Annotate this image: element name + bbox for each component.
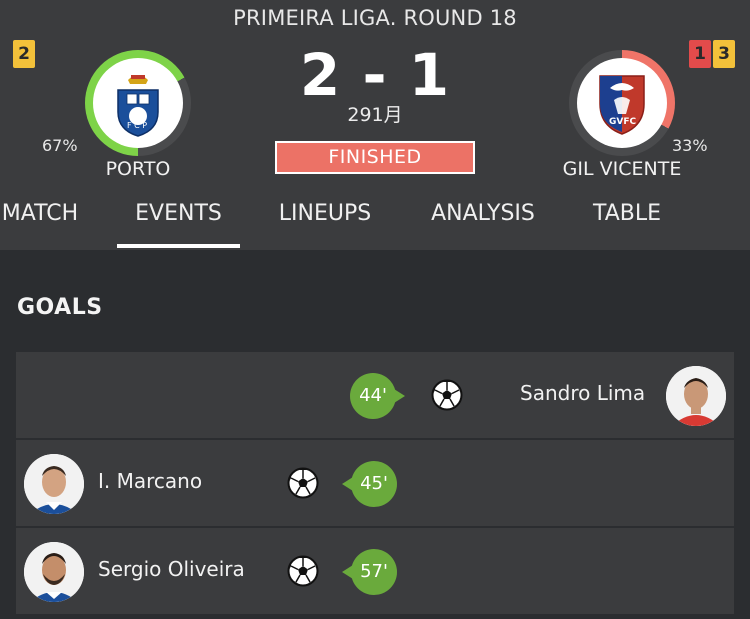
goal-row[interactable]: Sergio Oliveira 57'	[16, 528, 734, 614]
player-avatar[interactable]	[24, 454, 84, 514]
goal-row[interactable]: 44' Sandro Lima	[16, 352, 734, 438]
goal-row[interactable]: I. Marcano 45'	[16, 440, 734, 526]
goals-section-title: GOALS	[17, 295, 103, 320]
goal-scorer-name[interactable]: Sergio Oliveira	[98, 557, 245, 581]
soccer-ball-icon	[431, 379, 463, 411]
away-team-name[interactable]: GIL VICENTE	[560, 158, 684, 180]
tab-analysis[interactable]: ANALYSIS	[424, 194, 542, 250]
goal-minute-badge: 45'	[342, 461, 397, 507]
away-possession-ring: GVFC	[569, 50, 675, 156]
match-header: PRIMEIRA LIGA. ROUND 18 2 F C P 67% PORT…	[0, 0, 750, 250]
gil-vicente-crest[interactable]: GVFC	[577, 58, 667, 148]
tab-lineups[interactable]: LINEUPS	[272, 194, 378, 250]
round-title: PRIMEIRA LIGA. ROUND 18	[233, 6, 517, 30]
player-avatar[interactable]	[666, 366, 726, 426]
home-team-name[interactable]: PORTO	[88, 158, 188, 180]
player-photo	[24, 454, 84, 514]
svg-text:GVFC: GVFC	[609, 117, 637, 127]
soccer-ball-icon	[287, 467, 319, 499]
away-yellow-cards-badge: 3	[713, 40, 735, 68]
goal-minute-badge: 57'	[342, 549, 397, 595]
match-status-badge: FINISHED	[275, 141, 475, 174]
soccer-ball-icon	[287, 555, 319, 587]
player-avatar[interactable]	[24, 542, 84, 602]
away-possession-label: 33%	[672, 136, 708, 155]
tab-match[interactable]: MATCH	[0, 194, 86, 250]
goal-scorer-name[interactable]: Sandro Lima	[520, 381, 645, 405]
away-red-cards-badge: 1	[689, 40, 711, 68]
home-possession-label: 67%	[42, 136, 78, 155]
gil-vicente-crest-icon: GVFC	[599, 75, 645, 135]
tab-events[interactable]: EVENTS	[117, 194, 240, 250]
tab-bar: MATCH EVENTS LINEUPS ANALYSIS TABLE	[0, 194, 750, 250]
goal-scorer-name[interactable]: I. Marcano	[98, 469, 202, 493]
tab-table[interactable]: TABLE	[588, 194, 666, 250]
goal-minute-badge: 44'	[350, 373, 405, 419]
player-photo	[666, 366, 726, 426]
player-photo	[24, 542, 84, 602]
